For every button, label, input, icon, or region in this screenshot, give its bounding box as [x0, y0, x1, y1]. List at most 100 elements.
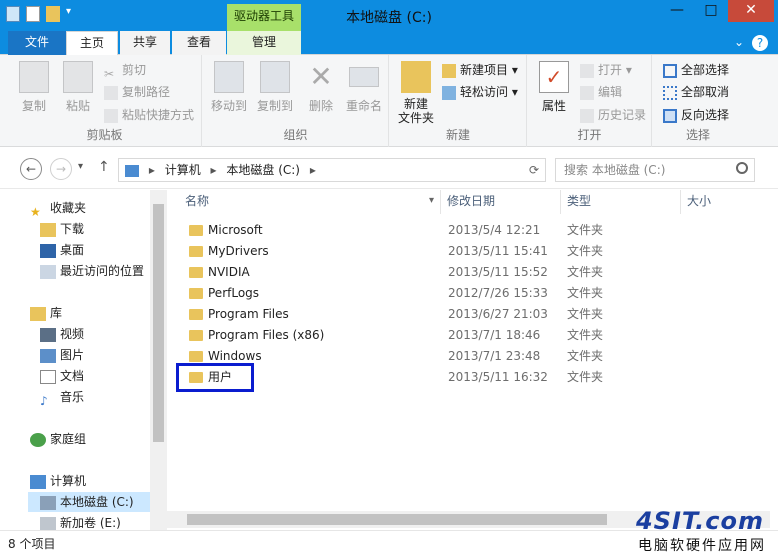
horizontal-scrollbar-thumb[interactable]: [187, 514, 607, 525]
invert-selection-button[interactable]: 反向选择: [663, 105, 729, 125]
computer-icon: [30, 474, 46, 489]
select-all-button[interactable]: 全部选择: [663, 60, 729, 80]
tab-file[interactable]: 文件: [8, 31, 66, 55]
nav-desktop[interactable]: 桌面: [40, 240, 84, 260]
close-button[interactable]: ✕: [728, 0, 774, 22]
copy-path-icon: [104, 85, 118, 100]
tab-manage[interactable]: 管理: [227, 31, 301, 55]
nav-libraries[interactable]: 库: [30, 303, 62, 323]
nav-videos[interactable]: 视频: [40, 324, 84, 344]
rename-button[interactable]: 重命名: [343, 61, 385, 114]
nav-pictures[interactable]: 图片: [40, 345, 84, 365]
select-none-button[interactable]: 全部取消: [663, 82, 729, 102]
table-row[interactable]: NVIDIA 2013/5/11 15:52 文件夹: [167, 262, 770, 283]
up-button[interactable]: ↑: [98, 159, 110, 175]
easy-access-button[interactable]: 轻松访问 ▾: [442, 82, 518, 102]
nav-scrollbar[interactable]: [150, 190, 167, 530]
address-segment-local-disk[interactable]: 本地磁盘 (C:): [226, 163, 300, 177]
column-type[interactable]: 类型: [561, 190, 681, 214]
open-icon: [580, 63, 594, 78]
table-row[interactable]: MyDrivers 2013/5/11 15:41 文件夹: [167, 241, 770, 262]
recent-places-icon: [40, 264, 56, 279]
history-icon: [580, 108, 594, 123]
paste-button[interactable]: 粘贴: [58, 61, 98, 114]
clipboard-group-label: 剪贴板: [86, 128, 123, 142]
copy-path-button[interactable]: 复制路径: [104, 82, 170, 102]
watermark-site-name: 电脑软硬件应用网: [638, 538, 766, 554]
open-button[interactable]: 打开 ▾: [580, 60, 632, 80]
organize-group: 移动到 复制到 ✕ 删除 重命名 组织: [203, 55, 389, 147]
column-size[interactable]: 大小: [681, 190, 770, 214]
back-button[interactable]: ←: [20, 158, 42, 180]
move-to-button[interactable]: 移动到: [207, 61, 251, 114]
recent-locations-icon[interactable]: ▾: [78, 161, 83, 172]
folder-icon: [189, 225, 203, 236]
table-row[interactable]: Program Files 2013/6/27 21:03 文件夹: [167, 304, 770, 325]
collapse-ribbon-icon[interactable]: ⌄: [734, 35, 744, 51]
address-row: ← → ▾ ↑ ▸ 计算机 ▸ 本地磁盘 (C:) ▸ ⟳ 搜索 本地磁盘 (C…: [0, 147, 778, 189]
table-row[interactable]: PerfLogs 2012/7/26 15:33 文件夹: [167, 283, 770, 304]
nav-scrollbar-thumb[interactable]: [153, 204, 164, 442]
nav-music[interactable]: ♪ 音乐: [40, 387, 84, 408]
properties-button[interactable]: ✓ 属性: [534, 61, 574, 114]
cut-button[interactable]: ✂ 剪切: [104, 60, 146, 81]
drive-icon: [40, 516, 56, 531]
ribbon-tab-extras: ⌄ ?: [734, 35, 768, 51]
new-folder-icon: [401, 61, 431, 93]
edit-button[interactable]: 编辑: [580, 82, 622, 102]
address-separator[interactable]: ▸: [149, 163, 155, 177]
copy-to-button[interactable]: 复制到: [253, 61, 297, 114]
forward-button[interactable]: →: [50, 158, 72, 180]
help-icon[interactable]: ?: [752, 35, 768, 51]
new-item-button[interactable]: 新建项目 ▾: [442, 60, 518, 80]
column-modified[interactable]: 修改日期: [441, 190, 561, 214]
search-input[interactable]: 搜索 本地磁盘 (C:): [555, 158, 755, 182]
paste-shortcut-icon: [104, 108, 118, 123]
nav-homegroup[interactable]: 家庭组: [30, 429, 86, 449]
history-button[interactable]: 历史记录: [580, 105, 646, 125]
copy-button[interactable]: 复制: [14, 61, 54, 114]
new-item-icon: [442, 63, 456, 78]
address-bar[interactable]: ▸ 计算机 ▸ 本地磁盘 (C:) ▸ ⟳: [118, 158, 546, 182]
tab-home[interactable]: 主页: [66, 31, 118, 55]
highlight-box: [176, 363, 254, 392]
open-group-label: 打开: [577, 128, 602, 142]
new-folder-button[interactable]: 新建 文件夹: [394, 61, 438, 125]
nav-recent-places[interactable]: 最近访问的位置: [40, 261, 144, 281]
folder-icon: [189, 351, 203, 362]
tab-view[interactable]: 查看: [172, 31, 226, 55]
table-row[interactable]: Windows 2013/7/1 23:48 文件夹: [167, 346, 770, 367]
refresh-button[interactable]: ⟳: [529, 159, 539, 181]
watermark-logo: 4SIT.com 电脑软硬件应用网: [592, 505, 772, 555]
nav-documents[interactable]: 文档: [40, 366, 84, 386]
column-name[interactable]: 名称 ▾: [179, 190, 441, 214]
nav-local-disk[interactable]: 本地磁盘 (C:): [28, 492, 150, 512]
organize-group-label: 组织: [283, 128, 308, 142]
downloads-icon: [40, 222, 56, 237]
address-separator[interactable]: ▸: [211, 163, 217, 177]
window-controls: — □ ✕: [660, 0, 774, 22]
address-separator[interactable]: ▸: [310, 163, 316, 177]
title-bar: ▾ 驱动器工具 本地磁盘 (C:) — □ ✕: [0, 0, 778, 31]
search-icon[interactable]: [736, 162, 748, 174]
address-segment-computer[interactable]: 计算机: [165, 163, 201, 177]
properties-check-icon: ✓: [539, 61, 569, 93]
file-list: 名称 ▾ 修改日期 类型 大小 Microsoft 2013/5/4 12:21 文…: [167, 190, 770, 510]
table-row[interactable]: 用户 2013/5/11 16:32 文件夹: [167, 367, 770, 388]
table-row[interactable]: Microsoft 2013/5/4 12:21 文件夹: [167, 220, 770, 241]
rename-icon: [349, 67, 379, 87]
tab-share[interactable]: 共享: [120, 31, 170, 55]
nav-favorites[interactable]: ★ 收藏夹: [30, 198, 86, 219]
item-count: 8 个项目: [8, 537, 56, 551]
nav-downloads[interactable]: 下载: [40, 219, 84, 239]
paste-shortcut-button[interactable]: 粘贴快捷方式: [104, 105, 194, 125]
table-row[interactable]: Program Files (x86) 2013/7/1 18:46 文件夹: [167, 325, 770, 346]
chevron-down-icon[interactable]: ▾: [429, 190, 434, 212]
clipboard-group: 复制 粘贴 ✂ 剪切 复制路径 粘贴快捷方式 剪贴板: [8, 55, 202, 147]
delete-button[interactable]: ✕ 删除: [303, 61, 339, 114]
maximize-button[interactable]: □: [694, 0, 728, 22]
nav-computer[interactable]: 计算机: [30, 471, 86, 491]
easy-access-icon: [442, 85, 456, 100]
minimize-button[interactable]: —: [660, 0, 694, 22]
open-group: ✓ 属性 打开 ▾ 编辑 历史记录 打开: [528, 55, 652, 147]
